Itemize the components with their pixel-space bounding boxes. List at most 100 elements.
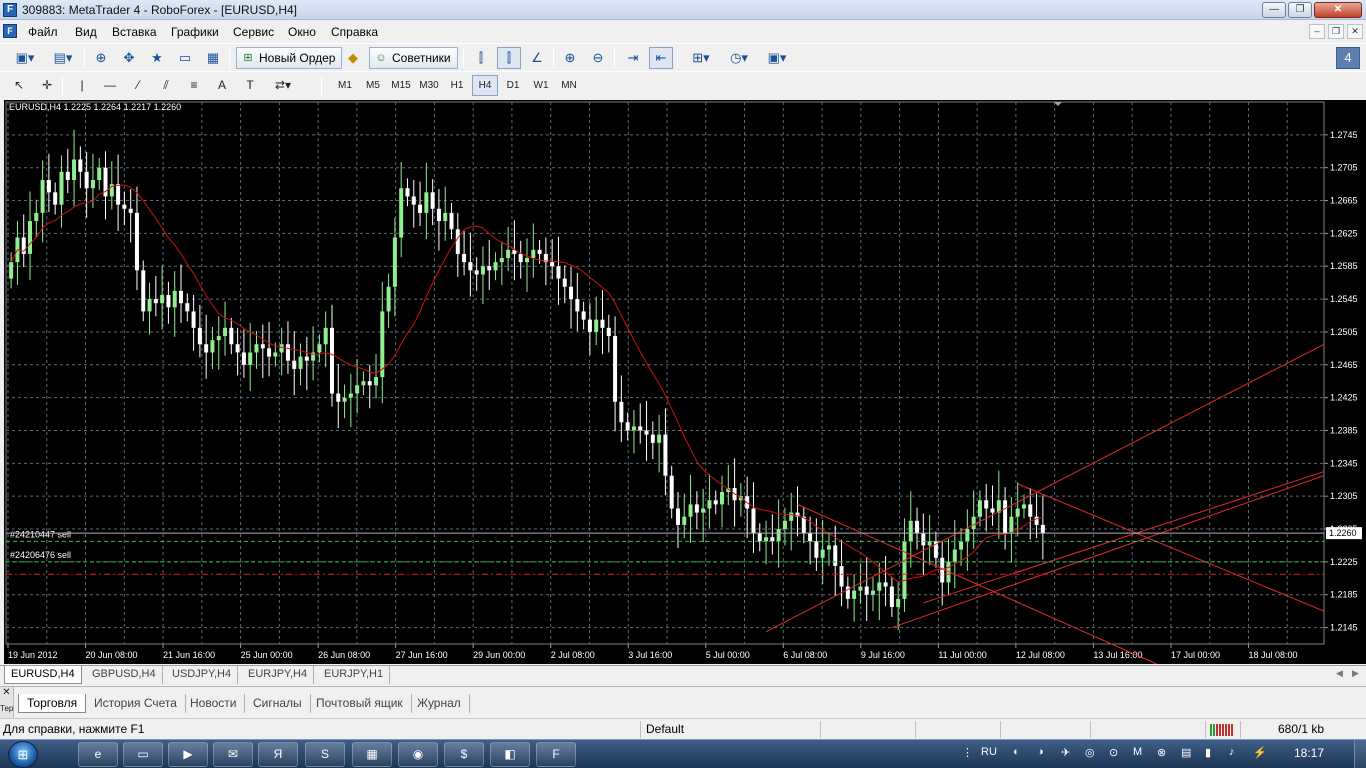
zoom-in-icon[interactable]: ⊕ [558, 47, 582, 69]
menu-view[interactable]: Вид [75, 25, 97, 39]
metatrader-icon[interactable]: F [536, 742, 576, 767]
candle-body [1028, 504, 1033, 517]
tabs-scroll-right-icon[interactable]: ▶ [1352, 668, 1359, 679]
trendline-icon[interactable]: ⁄ [127, 75, 149, 96]
mdi-close-button[interactable]: ✕ [1347, 24, 1363, 39]
timeframe-m5[interactable]: M5 [360, 75, 386, 96]
close-button[interactable]: ✕ [1314, 2, 1362, 18]
market-watch-icon[interactable]: ⊕ [89, 47, 113, 69]
tab-account-history[interactable]: История Счета [86, 694, 186, 713]
terminal-side-panel[interactable]: ✕ Терминал [0, 687, 14, 719]
timeframe-w1[interactable]: W1 [528, 75, 554, 96]
show-desktop-button[interactable] [1354, 740, 1366, 768]
chart-tab-eurjpy-h1[interactable]: EURJPY,H1 [318, 666, 391, 684]
tab-mailbox[interactable]: Почтовый ящик [308, 694, 412, 713]
timeframe-h4[interactable]: H4 [472, 75, 498, 96]
terminal-close-icon[interactable]: ✕ [0, 687, 13, 699]
menu-window[interactable]: Окно [288, 25, 316, 39]
templates-icon[interactable]: ▣▾ [760, 47, 794, 69]
mail-icon[interactable]: ✉ [213, 742, 253, 767]
tray-icon[interactable]: ◎ [1085, 746, 1095, 759]
volume-icon[interactable]: ♪ [1229, 746, 1235, 758]
money-icon[interactable]: $ [444, 742, 484, 767]
chrome-icon[interactable]: ◉ [398, 742, 438, 767]
vertical-line-icon[interactable]: | [71, 75, 93, 96]
text-label-icon[interactable]: T [239, 75, 261, 96]
chart-tab-eurusd-h4[interactable]: EURUSD,H4 [4, 666, 82, 684]
text-icon[interactable]: A [211, 75, 233, 96]
price-chart[interactable]: 1.2745 1.2705 1.2665 1.2625 1.2585 1.2545 1.25… [4, 100, 1366, 664]
chart-tab-gbpusd-h4[interactable]: GBPUSD,H4 [86, 666, 163, 684]
media-icon[interactable]: ▶ [168, 742, 208, 767]
menu-insert[interactable]: Вставка [112, 25, 157, 39]
tray-icon[interactable]: ✈ [1061, 746, 1070, 759]
calculator-icon[interactable]: ▦ [352, 742, 392, 767]
tray-icon[interactable]: ⊗ [1157, 746, 1166, 759]
expert-advisors-button[interactable]: ☺ Советники [369, 47, 458, 69]
line-chart-icon[interactable]: ∠ [525, 47, 549, 69]
app-icon[interactable]: ◧ [490, 742, 530, 767]
ie-icon[interactable]: e [78, 742, 118, 767]
auto-scroll-icon[interactable]: ⇥ [621, 47, 645, 69]
timeframe-d1[interactable]: D1 [500, 75, 526, 96]
data-window-icon[interactable]: ✥ [117, 47, 141, 69]
terminal-icon[interactable]: ▭ [173, 47, 197, 69]
language-indicator[interactable]: RU [981, 746, 997, 758]
timeframe-h1[interactable]: H1 [444, 75, 470, 96]
explorer-icon[interactable]: ▭ [123, 742, 163, 767]
tab-signals[interactable]: Сигналы [245, 694, 311, 713]
candle-body [889, 586, 894, 608]
tray-icon[interactable]: ⊙ [1109, 746, 1118, 759]
arrows-icon[interactable]: ⇄▾ [267, 75, 299, 96]
tab-journal[interactable]: Журнал [409, 694, 470, 713]
skype-icon[interactable]: S [305, 742, 345, 767]
candle-body [367, 381, 372, 386]
tabs-scroll-left-icon[interactable]: ◀ [1336, 668, 1343, 679]
candlestick-chart-icon[interactable]: ⫿ [497, 47, 521, 69]
tray-icon[interactable]: ⚡ [1253, 746, 1267, 759]
chart-shift-icon[interactable]: ⇤ [649, 47, 673, 69]
mdi-restore-button[interactable]: ❐ [1328, 24, 1344, 39]
tab-trade[interactable]: Торговля [18, 694, 87, 713]
tab-news[interactable]: Новости [182, 694, 246, 713]
yandex-icon[interactable]: Я [258, 742, 298, 767]
warning-icon[interactable]: ◆ [341, 47, 365, 69]
channel-icon[interactable]: ⫽ [155, 75, 177, 96]
maximize-button[interactable]: ❐ [1288, 2, 1312, 18]
network-icon[interactable]: ▮ [1205, 746, 1211, 759]
tray-icon[interactable]: M [1133, 746, 1142, 758]
chart-tab-eurjpy-h4[interactable]: EURJPY,H4 [242, 666, 315, 684]
menu-help[interactable]: Справка [331, 25, 378, 39]
zoom-out-icon[interactable]: ⊖ [586, 47, 610, 69]
periods-icon[interactable]: ◷▾ [722, 47, 756, 69]
tray-icon[interactable]: ▤ [1181, 746, 1191, 759]
menu-tools[interactable]: Сервис [233, 25, 274, 39]
bar-chart-icon[interactable]: ⫿ [469, 47, 493, 69]
tray-icon[interactable]: ◑ [1037, 746, 1044, 758]
start-button[interactable]: ⊞ [8, 741, 38, 768]
cursor-icon[interactable]: ↖ [8, 75, 30, 96]
chart-window[interactable]: 1.2745 1.2705 1.2665 1.2625 1.2585 1.2545 1.25… [4, 100, 1366, 664]
minimize-button[interactable]: — [1262, 2, 1286, 18]
new-chart-icon[interactable]: ▣▾ [8, 47, 42, 69]
menu-file[interactable]: Файл [28, 25, 58, 39]
clock[interactable]: 18:17 [1286, 746, 1332, 760]
timeframe-m30[interactable]: M30 [416, 75, 442, 96]
menu-charts[interactable]: Графики [171, 25, 219, 39]
timeframe-m1[interactable]: M1 [332, 75, 358, 96]
candle-body [663, 434, 668, 476]
new-order-button[interactable]: ⊞ Новый Ордер [236, 47, 343, 69]
timeframe-mn[interactable]: MN [556, 75, 582, 96]
chart-tab-usdjpy-h4[interactable]: USDJPY,H4 [166, 666, 239, 684]
mdi-minimize-button[interactable]: – [1309, 24, 1325, 39]
horizontal-line-icon[interactable]: — [99, 75, 121, 96]
timeframe-m15[interactable]: M15 [388, 75, 414, 96]
notifications-icon[interactable]: 4 [1336, 47, 1360, 69]
fibonacci-icon[interactable]: ≡ [183, 75, 205, 96]
crosshair-icon[interactable]: ✛ [36, 75, 58, 96]
indicators-icon[interactable]: ⊞▾ [684, 47, 718, 69]
tray-icon[interactable]: ◐ [1013, 746, 1020, 758]
profiles-icon[interactable]: ▤▾ [46, 47, 80, 69]
strategy-tester-icon[interactable]: ▦ [201, 47, 225, 69]
navigator-icon[interactable]: ★ [145, 47, 169, 69]
